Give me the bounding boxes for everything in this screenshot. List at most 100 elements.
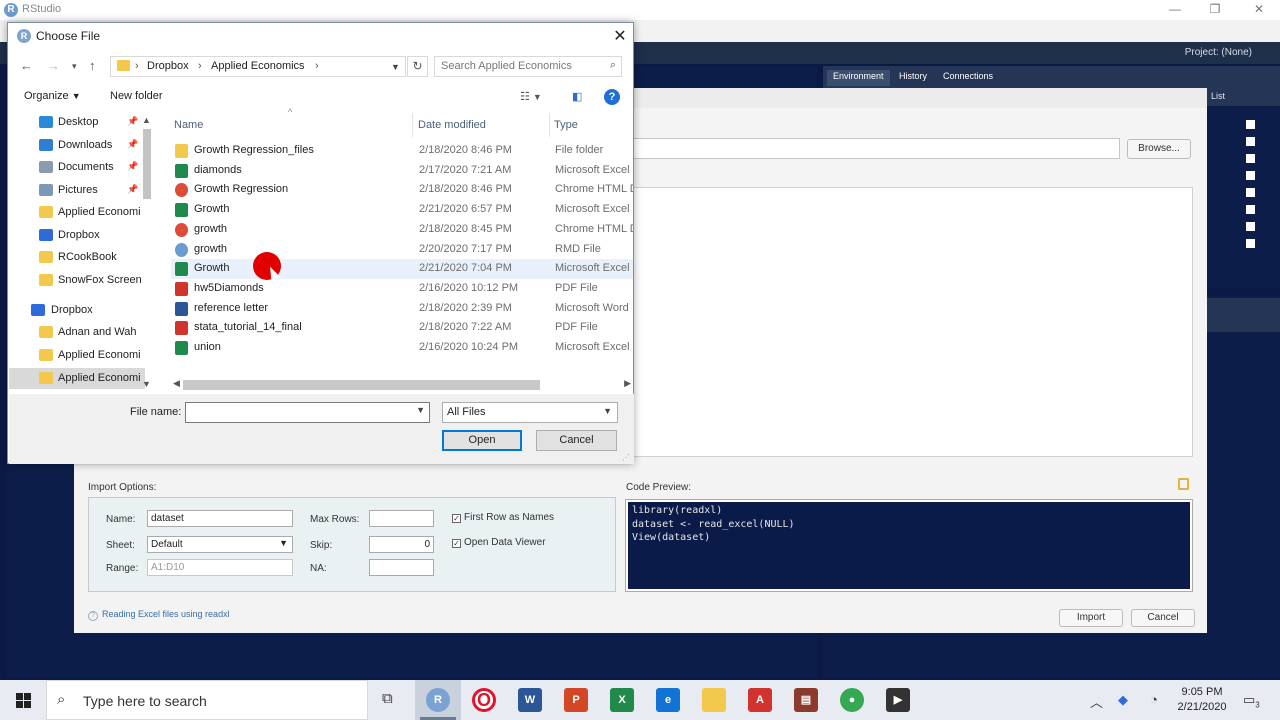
recent-locations-chevron-icon[interactable]: ▾	[72, 61, 77, 72]
minimize-icon[interactable]: —	[1160, 2, 1190, 16]
breadcrumb-dropbox[interactable]: Dropbox	[147, 60, 189, 72]
help-icon[interactable]: ?	[604, 89, 620, 105]
task-view-icon[interactable]: ⧉	[382, 690, 393, 707]
refresh-icon[interactable]: ↻	[407, 56, 428, 77]
scroll-right-icon[interactable]: ▶	[624, 378, 631, 389]
new-folder-button[interactable]: New folder	[110, 90, 163, 102]
powerpoint-icon[interactable]: P	[564, 688, 588, 712]
readxl-help-link[interactable]: ? Reading Excel files using readxl	[88, 609, 230, 621]
open-button[interactable]: Open	[442, 430, 522, 451]
browse-button[interactable]: Browse...	[1127, 139, 1191, 159]
import-button[interactable]: Import	[1059, 609, 1123, 627]
square-icon[interactable]	[1246, 205, 1255, 214]
nav-item[interactable]: Desktop 📌	[9, 112, 145, 133]
file-row[interactable]: union 2/16/2020 10:24 PM Microsoft Excel	[171, 338, 633, 358]
file-row[interactable]: stata_tutorial_14_final 2/18/2020 7:22 AM…	[171, 318, 633, 338]
square-icon[interactable]	[1246, 120, 1255, 129]
nav-item[interactable]: Applied Economi	[9, 345, 145, 366]
nav-item[interactable]: Applied Economi	[9, 368, 145, 389]
square-icon[interactable]	[1246, 137, 1255, 146]
address-bar[interactable]: › Dropbox › Applied Economics › ▼	[110, 56, 406, 77]
edge-icon[interactable]: e	[656, 688, 680, 712]
code-preview[interactable]: library(readxl) dataset <- read_excel(NU…	[625, 499, 1193, 592]
nav-item[interactable]: Pictures 📌	[9, 180, 145, 201]
file-row[interactable]: Growth Regression 2/18/2020 8:46 PM Chrome…	[171, 180, 633, 200]
winrar-icon[interactable]: ▤	[794, 688, 818, 712]
file-row[interactable]: growth 2/18/2020 8:45 PM Chrome HTML D	[171, 220, 633, 240]
dialog-close-icon[interactable]: ✕	[609, 26, 631, 46]
column-divider[interactable]	[549, 113, 550, 137]
file-row[interactable]: Growth 2/21/2020 6:57 PM Microsoft Excel	[171, 200, 633, 220]
square-icon[interactable]	[1246, 154, 1255, 163]
tab-history[interactable]: History	[893, 70, 933, 86]
scroll-thumb[interactable]	[143, 129, 151, 199]
first-row-names-checkbox[interactable]: ✓ First Row as Names	[452, 512, 554, 523]
nav-scrollbar[interactable]: ▲ ▼	[140, 115, 154, 393]
organize-menu[interactable]: Organize ▼	[24, 90, 81, 102]
clipboard-icon[interactable]	[1178, 478, 1189, 490]
search-box[interactable]: ⌕	[434, 56, 622, 77]
rstudio-taskbar-icon[interactable]: R	[426, 688, 450, 712]
nav-item[interactable]: Adnan and Wah	[9, 322, 145, 343]
taskbar-search[interactable]: ⌕ Type here to search	[46, 680, 368, 720]
nav-item[interactable]: Applied Economi	[9, 202, 145, 223]
scroll-up-icon[interactable]: ▲	[142, 115, 151, 125]
column-divider[interactable]	[412, 113, 413, 137]
square-icon[interactable]	[1246, 188, 1255, 197]
clock[interactable]: 9:05 PM 2/21/2020	[1174, 685, 1230, 715]
view-options-icon[interactable]: ☷ ▼	[520, 90, 542, 103]
file-row[interactable]: reference letter 2/18/2020 2:39 PM Microso…	[171, 299, 633, 319]
column-header-date-modified[interactable]: Date modified	[418, 119, 486, 131]
up-arrow-icon[interactable]: ↑	[89, 58, 96, 73]
file-row[interactable]: diamonds 2/17/2020 7:21 AM Microsoft Excel	[171, 161, 633, 181]
square-icon[interactable]	[1246, 239, 1255, 248]
file-row[interactable]: Growth Regression_files 2/18/2020 8:46 PM…	[171, 141, 633, 161]
nav-item[interactable]: SnowFox Screen	[9, 270, 145, 291]
file-url-input[interactable]	[632, 138, 1120, 159]
horizontal-scrollbar[interactable]: ◀ ▶	[171, 378, 633, 392]
scroll-down-icon[interactable]: ▼	[142, 379, 151, 389]
scroll-left-icon[interactable]: ◀	[173, 378, 180, 389]
file-row[interactable]: Growth 2/21/2020 7:04 PM Microsoft Excel	[171, 259, 633, 280]
column-header-name[interactable]: Name	[174, 119, 203, 131]
project-menu[interactable]: Project: (None)	[1185, 47, 1252, 58]
chrome-icon[interactable]: ●	[840, 688, 864, 712]
excel-icon[interactable]: X	[610, 688, 634, 712]
resize-grip-icon[interactable]: ⋰	[622, 453, 630, 462]
preview-pane-icon[interactable]: ◧	[572, 90, 582, 103]
range-input[interactable]: A1:D10	[147, 559, 293, 576]
square-icon[interactable]	[1246, 171, 1255, 180]
column-header-type[interactable]: Type	[554, 119, 578, 131]
import-cancel-button[interactable]: Cancel	[1131, 609, 1195, 627]
back-arrow-icon[interactable]: ←	[20, 58, 33, 73]
dropbox-tray-icon[interactable]: ◆	[1118, 692, 1128, 708]
forward-arrow-icon[interactable]: →	[47, 58, 60, 73]
cancel-button[interactable]: Cancel	[536, 430, 617, 451]
address-dropdown-icon[interactable]: ▼	[391, 62, 400, 72]
file-row[interactable]: hw5Diamonds 2/16/2020 10:12 PM PDF File	[171, 279, 633, 299]
tab-connections[interactable]: Connections	[937, 70, 999, 86]
nav-item[interactable]: Documents 📌	[9, 157, 145, 178]
nav-item[interactable]: Dropbox	[9, 225, 145, 246]
nav-item[interactable]: Dropbox	[9, 300, 145, 321]
nav-item[interactable]: Downloads 📌	[9, 135, 145, 156]
skip-input[interactable]: 0	[369, 536, 434, 553]
opera-icon[interactable]: O	[472, 688, 496, 712]
file-explorer-icon[interactable]	[702, 688, 726, 712]
notification-center-icon[interactable]: ▭3	[1243, 692, 1260, 710]
restore-icon[interactable]: ❐	[1200, 2, 1230, 16]
breadcrumb-applied-economics[interactable]: Applied Economics	[211, 60, 305, 72]
close-icon[interactable]: ✕	[1244, 2, 1274, 16]
video-editor-icon[interactable]: ▶	[886, 688, 910, 712]
tab-environment[interactable]: Environment	[827, 70, 890, 86]
square-icon[interactable]	[1246, 222, 1255, 231]
max-rows-input[interactable]	[369, 510, 434, 527]
scroll-thumb[interactable]	[183, 380, 540, 390]
search-input[interactable]	[441, 60, 601, 72]
file-name-input[interactable]: ▼	[185, 402, 430, 423]
nav-item[interactable]: RCookBook	[9, 247, 145, 268]
wifi-icon[interactable]: ◔	[1150, 692, 1158, 707]
show-hidden-icons-chevron-icon[interactable]: ︿	[1090, 692, 1103, 711]
acrobat-icon[interactable]: A	[748, 688, 772, 712]
open-data-viewer-checkbox[interactable]: ✓ Open Data Viewer	[452, 537, 546, 548]
